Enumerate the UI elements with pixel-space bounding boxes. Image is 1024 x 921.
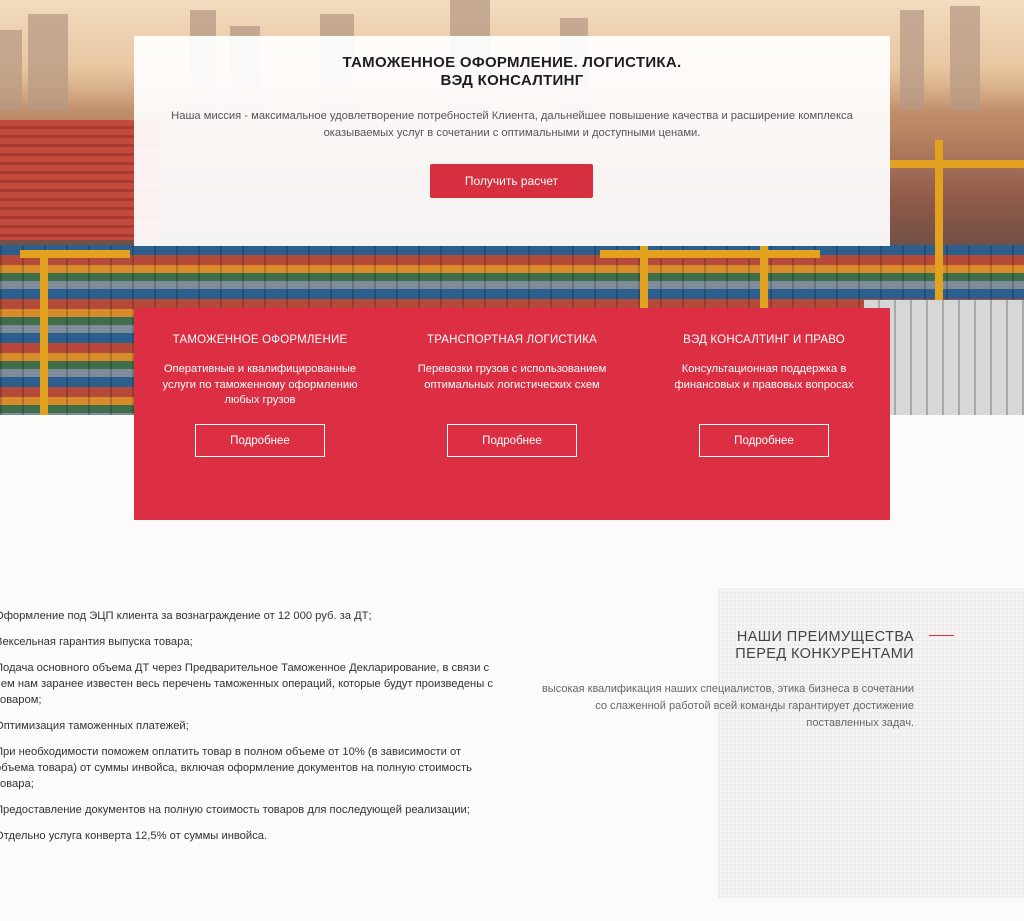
- service-description: Консультационная поддержка в финансовых …: [674, 363, 854, 391]
- advantages-text: высокая квалификация наших специалистов,…: [541, 683, 914, 729]
- crane: [40, 250, 48, 415]
- title-line-1: ТАМОЖЕННОЕ ОФОРМЛЕНИЕ. ЛОГИСТИКА.: [342, 54, 682, 71]
- mission-text: Наша миссия - максимальное удовлетворени…: [171, 110, 853, 139]
- service-description: Перевозки грузов с использованием оптима…: [417, 363, 607, 391]
- list-item: При необходимости поможем оплатить товар…: [0, 746, 472, 790]
- more-button-customs[interactable]: Подробнее: [195, 424, 325, 457]
- advantages-title-line-1: НАШИ ПРЕИМУЩЕСТВА: [736, 629, 914, 645]
- advantages-title: НАШИ ПРЕИМУЩЕСТВА ПЕРЕД КОНКУРЕНТАМИ: [735, 629, 914, 663]
- title-line-2: ВЭД КОНСАЛТИНГ: [440, 72, 584, 89]
- list-item: Оформление под ЭЦП клиента за вознагражд…: [0, 610, 372, 622]
- crane-arm: [890, 160, 1024, 168]
- accent-divider: [929, 635, 954, 636]
- list-item: Подача основного объема ДТ через Предвар…: [0, 662, 493, 706]
- crane-arm: [20, 250, 130, 258]
- service-title: ТРАНСПОРТНАЯ ЛОГИСТИКА: [426, 334, 598, 346]
- services-band: ТАМОЖЕННОЕ ОФОРМЛЕНИЕ Оперативные и квал…: [134, 308, 890, 520]
- list-item: Вексельная гарантия выпуска товара;: [0, 636, 193, 648]
- service-description: Оперативные и квалифицированные услуги п…: [162, 363, 358, 406]
- get-quote-button[interactable]: Получить расчет: [430, 164, 593, 198]
- service-customs: ТАМОЖЕННОЕ ОФОРМЛЕНИЕ Оперативные и квал…: [134, 308, 386, 520]
- advantages-title-line-2: ПЕРЕД КОНКУРЕНТАМИ: [735, 646, 914, 662]
- service-title: ВЭД КОНСАЛТИНГ И ПРАВО: [683, 334, 845, 346]
- service-logistics: ТРАНСПОРТНАЯ ЛОГИСТИКА Перевозки грузов …: [386, 308, 638, 520]
- list-item: Предоставление документов на полную стои…: [0, 804, 470, 816]
- service-title: ТАМОЖЕННОЕ ОФОРМЛЕНИЕ: [172, 334, 348, 346]
- more-button-consulting[interactable]: Подробнее: [699, 424, 829, 457]
- list-item: Отдельно услуга конверта 12,5% от суммы …: [0, 830, 268, 842]
- list-item: Оптимизация таможенных платежей;: [0, 720, 189, 732]
- more-button-logistics[interactable]: Подробнее: [447, 424, 577, 457]
- benefits-list: Оформление под ЭЦП клиента за вознагражд…: [0, 608, 495, 854]
- intro-card: ТАМОЖЕННОЕ ОФОРМЛЕНИЕ. ЛОГИСТИКА. ВЭД КО…: [134, 36, 890, 246]
- service-consulting: ВЭД КОНСАЛТИНГ И ПРАВО Консультационная …: [638, 308, 890, 520]
- crane-arm: [600, 250, 820, 258]
- page-title: ТАМОЖЕННОЕ ОФОРМЛЕНИЕ. ЛОГИСТИКА. ВЭД КО…: [134, 54, 890, 90]
